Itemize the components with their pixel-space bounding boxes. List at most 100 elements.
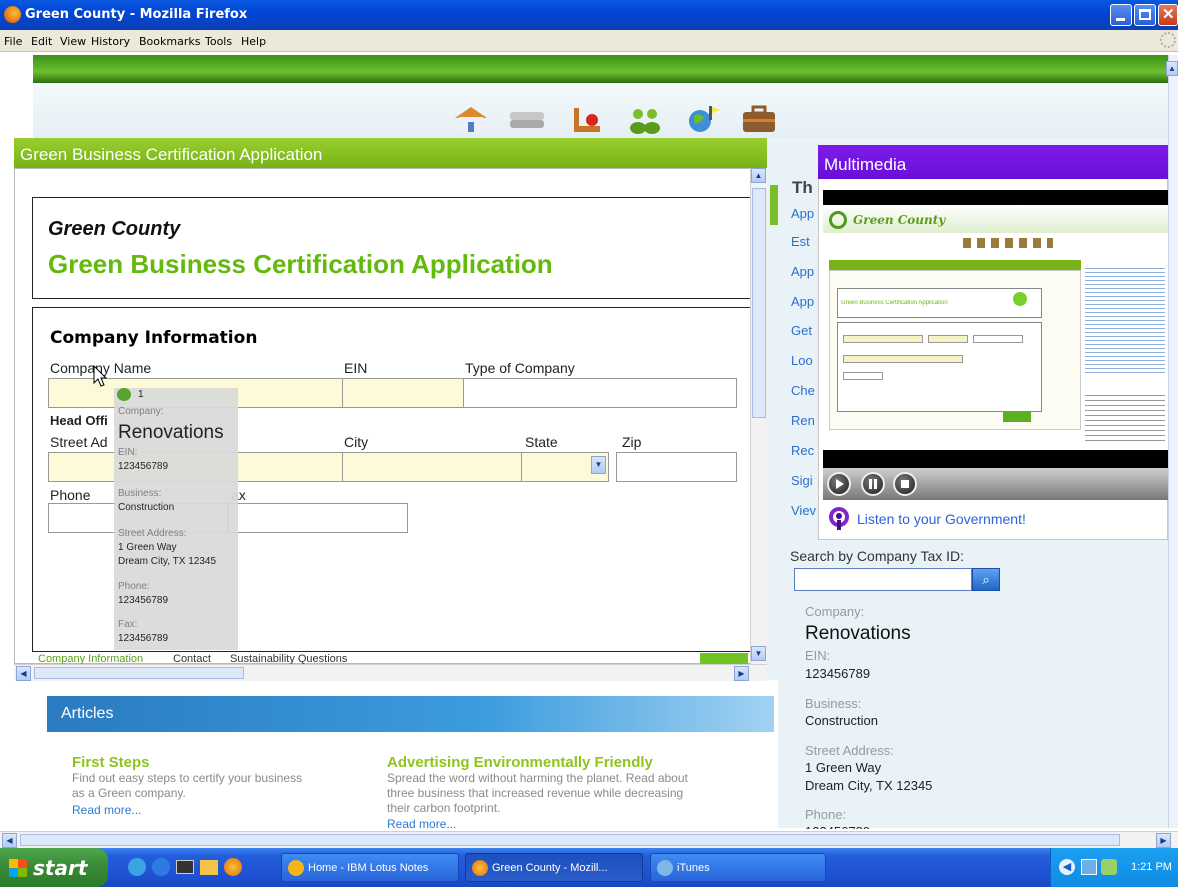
scroll-left-arrow-icon[interactable]: ◀ bbox=[16, 666, 31, 681]
mouse-cursor-icon bbox=[93, 365, 108, 387]
minimize-button[interactable] bbox=[1110, 4, 1132, 26]
scroll-up-arrow-icon[interactable]: ▲ bbox=[751, 168, 766, 183]
task-label: Green County - Mozill... bbox=[492, 862, 608, 874]
video-logo-text: Green County bbox=[853, 213, 946, 227]
task-firefox[interactable]: Green County - Mozill... bbox=[465, 853, 643, 882]
side-link[interactable]: App bbox=[791, 294, 814, 309]
terminal-icon[interactable] bbox=[176, 860, 194, 874]
education-icon[interactable] bbox=[568, 104, 606, 134]
type-of-company-input[interactable] bbox=[463, 378, 737, 408]
task-itunes[interactable]: iTunes bbox=[650, 853, 826, 882]
side-link[interactable]: Ren bbox=[791, 413, 815, 428]
scrollbar-thumb[interactable] bbox=[752, 188, 766, 418]
read-more-link[interactable]: Read more... bbox=[387, 817, 456, 828]
scrollbar-thumb[interactable] bbox=[34, 667, 244, 679]
page-horizontal-scrollbar[interactable]: ◀ ▶ bbox=[0, 831, 1178, 848]
logo-icon bbox=[829, 211, 847, 229]
tooltip-ein: 123456789 bbox=[118, 461, 169, 472]
label-type: Type of Company bbox=[465, 360, 575, 376]
home-icon[interactable] bbox=[452, 104, 490, 134]
firefox-icon[interactable] bbox=[224, 858, 242, 876]
next-button[interactable] bbox=[700, 653, 748, 664]
scroll-down-arrow-icon[interactable]: ▼ bbox=[751, 646, 766, 661]
people-icon[interactable] bbox=[626, 104, 664, 134]
page-vertical-scrollbar[interactable]: ▲ bbox=[1166, 55, 1178, 828]
tray-app-icon[interactable] bbox=[1101, 859, 1117, 875]
site-green-band bbox=[33, 55, 1168, 83]
tooltip-label: Business: bbox=[118, 488, 162, 499]
state-select[interactable]: ▼ bbox=[521, 452, 609, 482]
close-button[interactable]: ✕ bbox=[1158, 4, 1178, 26]
browser-icon[interactable] bbox=[152, 858, 170, 876]
scrollbar-thumb[interactable] bbox=[20, 834, 1120, 846]
tooltip-label: EIN: bbox=[118, 447, 138, 458]
menu-history[interactable]: History bbox=[91, 35, 130, 48]
tooltip-phone: 123456789 bbox=[118, 595, 169, 606]
ie-icon[interactable] bbox=[128, 858, 146, 876]
side-link[interactable]: Sigi bbox=[791, 473, 813, 488]
menu-bookmarks[interactable]: Bookmarks bbox=[139, 35, 200, 48]
task-lotus-notes[interactable]: Home - IBM Lotus Notes bbox=[281, 853, 459, 882]
stop-button[interactable] bbox=[893, 472, 917, 496]
documents-icon[interactable] bbox=[508, 104, 546, 134]
tab-company-information[interactable]: Company Information bbox=[38, 653, 143, 664]
search-button[interactable]: ⌕ bbox=[972, 568, 1000, 591]
article-text: Spread the word without harming the plan… bbox=[387, 771, 688, 785]
menu-tools[interactable]: Tools bbox=[205, 35, 232, 48]
article-title[interactable]: First Steps bbox=[72, 754, 150, 771]
chevron-down-icon[interactable]: ▼ bbox=[591, 456, 606, 474]
ein-input[interactable] bbox=[342, 378, 464, 408]
tab-sustainability-questions[interactable]: Sustainability Questions bbox=[230, 653, 347, 664]
scroll-up-arrow-icon[interactable]: ▲ bbox=[1166, 61, 1178, 76]
side-link[interactable]: Est bbox=[791, 234, 810, 249]
play-button[interactable] bbox=[827, 472, 851, 496]
zip-input[interactable] bbox=[616, 452, 737, 482]
scroll-right-arrow-icon[interactable]: ▶ bbox=[734, 666, 749, 681]
briefcase-icon[interactable] bbox=[740, 104, 778, 134]
window-titlebar[interactable]: Green County - Mozilla Firefox ✕ bbox=[0, 0, 1178, 30]
task-label: Home - IBM Lotus Notes bbox=[308, 862, 429, 874]
tax-id-search-input[interactable] bbox=[794, 568, 972, 591]
side-link[interactable]: Loo bbox=[791, 353, 813, 368]
form-title-box: Green County Green Business Certificatio… bbox=[32, 197, 750, 299]
side-accent bbox=[770, 185, 778, 225]
video-nav-icons bbox=[963, 238, 1053, 248]
podcast-icon bbox=[827, 506, 851, 532]
side-link[interactable]: App bbox=[791, 206, 814, 221]
throbber-icon bbox=[1160, 32, 1176, 48]
menu-edit[interactable]: Edit bbox=[31, 35, 52, 48]
scroll-left-arrow-icon[interactable]: ◀ bbox=[2, 833, 17, 848]
maximize-button[interactable] bbox=[1134, 4, 1156, 26]
tray-expand-icon[interactable]: ◀ bbox=[1059, 859, 1075, 875]
article-title[interactable]: Advertising Environmentally Friendly bbox=[387, 754, 653, 771]
result-phone: 123456789 bbox=[805, 824, 870, 829]
clock[interactable]: 1:21 PM bbox=[1131, 861, 1172, 873]
scroll-right-arrow-icon[interactable]: ▶ bbox=[1156, 833, 1171, 848]
globe-icon[interactable] bbox=[684, 104, 722, 134]
city-input[interactable] bbox=[342, 452, 522, 482]
result-company: Renovations bbox=[805, 623, 911, 644]
listen-link[interactable]: Listen to your Government! bbox=[857, 511, 1026, 527]
tab-contact[interactable]: Contact bbox=[173, 653, 211, 664]
menu-view[interactable]: View bbox=[60, 35, 86, 48]
form-horizontal-scrollbar[interactable]: ◀ ▶ bbox=[14, 664, 767, 681]
read-more-link[interactable]: Read more... bbox=[72, 803, 141, 817]
side-link[interactable]: Che bbox=[791, 383, 815, 398]
form-vertical-scrollbar[interactable]: ▲ ▼ bbox=[750, 168, 767, 664]
side-link[interactable]: Get bbox=[791, 323, 812, 338]
folder-icon[interactable] bbox=[200, 860, 218, 875]
side-link[interactable]: Viev bbox=[791, 503, 816, 518]
articles-header: Articles bbox=[47, 696, 774, 732]
tooltip-city: Dream City, TX 12345 bbox=[118, 556, 217, 567]
tray-network-icon[interactable] bbox=[1081, 859, 1097, 875]
tooltip-label: Street Address: bbox=[118, 528, 187, 539]
menu-file[interactable]: File bbox=[4, 35, 22, 48]
fax-input[interactable] bbox=[228, 503, 408, 533]
video-frame: Green County Green Business Certificatio… bbox=[823, 205, 1168, 450]
start-button[interactable]: start bbox=[0, 848, 108, 887]
menu-help[interactable]: Help bbox=[241, 35, 266, 48]
head-office-label: Head Offi bbox=[50, 413, 108, 428]
pause-button[interactable] bbox=[861, 472, 885, 496]
side-link[interactable]: Rec bbox=[791, 443, 814, 458]
side-link[interactable]: App bbox=[791, 264, 814, 279]
